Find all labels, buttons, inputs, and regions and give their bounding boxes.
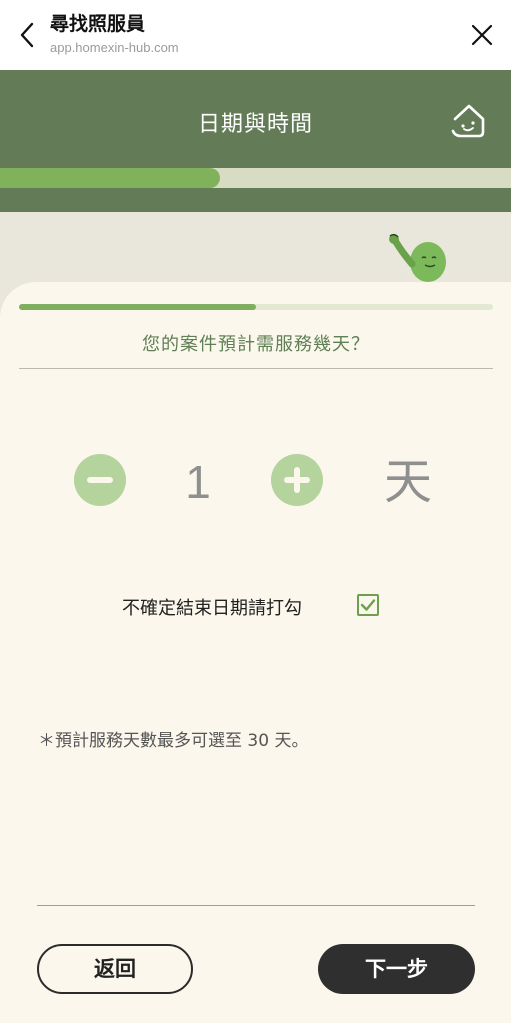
browser-title-block: 尋找照服員 app.homexin-hub.com — [50, 12, 179, 58]
back-button[interactable] — [12, 20, 42, 50]
main-progress-bar — [0, 168, 511, 188]
uncertain-end-date-row: 不確定結束日期請打勾 — [0, 592, 511, 620]
browser-url: app.homexin-hub.com — [50, 40, 179, 55]
page-header: 日期與時間 — [0, 70, 511, 212]
browser-page-title: 尋找照服員 — [50, 13, 146, 35]
days-value: 1 — [185, 456, 211, 508]
next-step-button[interactable]: 下一步 — [318, 944, 475, 994]
close-icon — [471, 24, 493, 46]
days-unit: 天 — [383, 454, 432, 510]
uncertain-end-date-checkbox[interactable] — [357, 594, 379, 616]
home-chat-button[interactable] — [447, 98, 491, 142]
days-stepper: 1 天 — [0, 452, 511, 512]
main-progress-fill — [0, 168, 220, 188]
close-button[interactable] — [467, 20, 497, 50]
footer-divider — [37, 905, 475, 906]
decrease-days-button[interactable] — [74, 454, 126, 506]
max-days-note: ＊預計服務天數最多可選至 30 天。 — [38, 731, 309, 751]
chevron-left-icon — [20, 22, 34, 48]
step-progress-bar — [19, 304, 493, 310]
home-chat-icon — [451, 104, 485, 138]
checkmark-icon — [360, 599, 376, 611]
question-text: 您的案件預計需服務幾天？ — [142, 334, 370, 355]
uncertain-end-date-label: 不確定結束日期請打勾 — [122, 598, 302, 619]
form-card: 您的案件預計需服務幾天？ 1 天 不確定結束日期請打勾 ＊預計服務天數最多可選至… — [0, 282, 511, 1023]
mascot-illustration — [389, 233, 446, 282]
question-divider — [19, 368, 493, 369]
step-progress-fill — [19, 304, 256, 310]
increase-days-button[interactable] — [271, 454, 323, 506]
back-step-button[interactable]: 返回 — [37, 944, 193, 994]
browser-top-bar: 尋找照服員 app.homexin-hub.com — [0, 0, 511, 70]
page-title: 日期與時間 — [197, 112, 313, 137]
